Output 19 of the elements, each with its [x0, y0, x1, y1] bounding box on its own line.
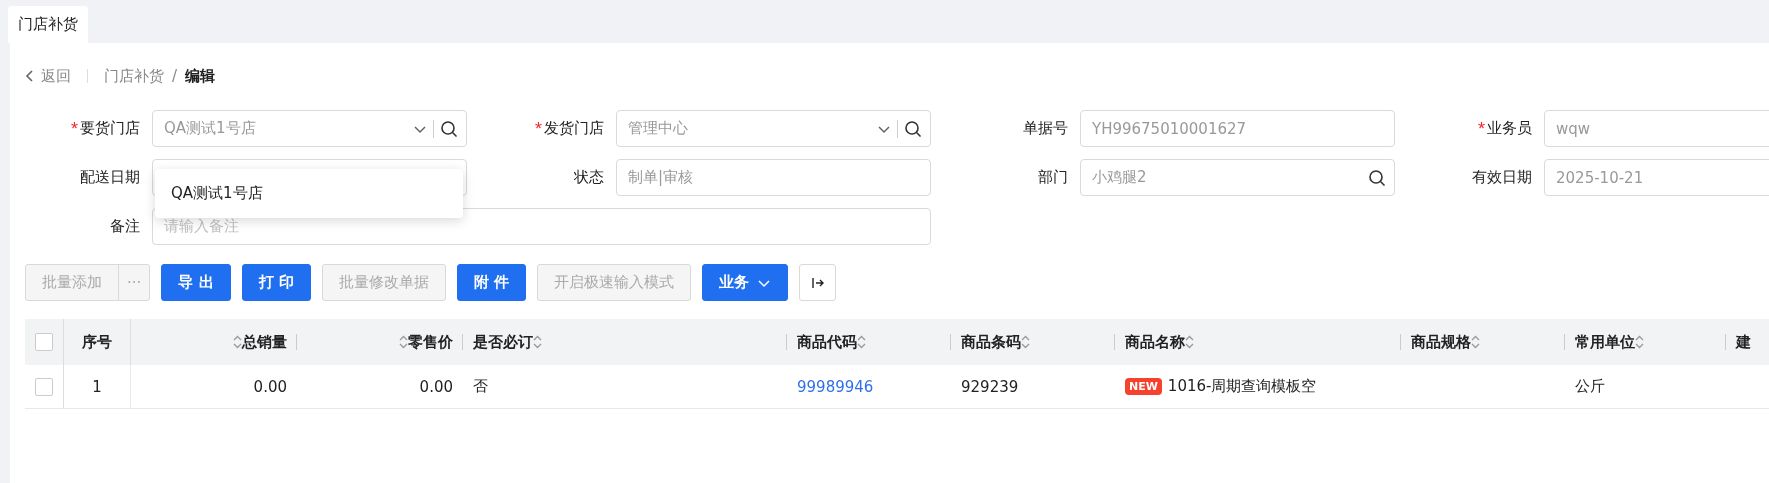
new-badge: NEW — [1125, 378, 1162, 395]
field-label: 有效日期 — [1471, 168, 1532, 187]
table-cell: 1016-周期查询模板空 — [1167, 377, 1317, 396]
field-label: 单据号 — [1022, 119, 1068, 138]
field-label: 备注 — [109, 217, 140, 236]
table-cell: 0.00 — [253, 377, 287, 396]
field-label: 状态 — [573, 168, 604, 187]
field-label: 部门 — [1037, 168, 1068, 187]
table-cell: 公斤 — [1575, 377, 1605, 396]
table-cell: 1 — [92, 377, 102, 396]
table-cell: 929239 — [961, 377, 1019, 396]
field-label: 发货门店 — [489, 119, 604, 138]
field-label: 配送日期 — [79, 168, 140, 187]
field-label: 业务员 — [1417, 119, 1532, 138]
field-label: 要货门店 — [25, 119, 140, 138]
breadcrumb-separator: / — [172, 67, 178, 85]
table-cell: 否 — [473, 377, 488, 396]
table-cell: 0.00 — [419, 377, 453, 396]
breadcrumb-item: 编辑 — [185, 66, 216, 86]
